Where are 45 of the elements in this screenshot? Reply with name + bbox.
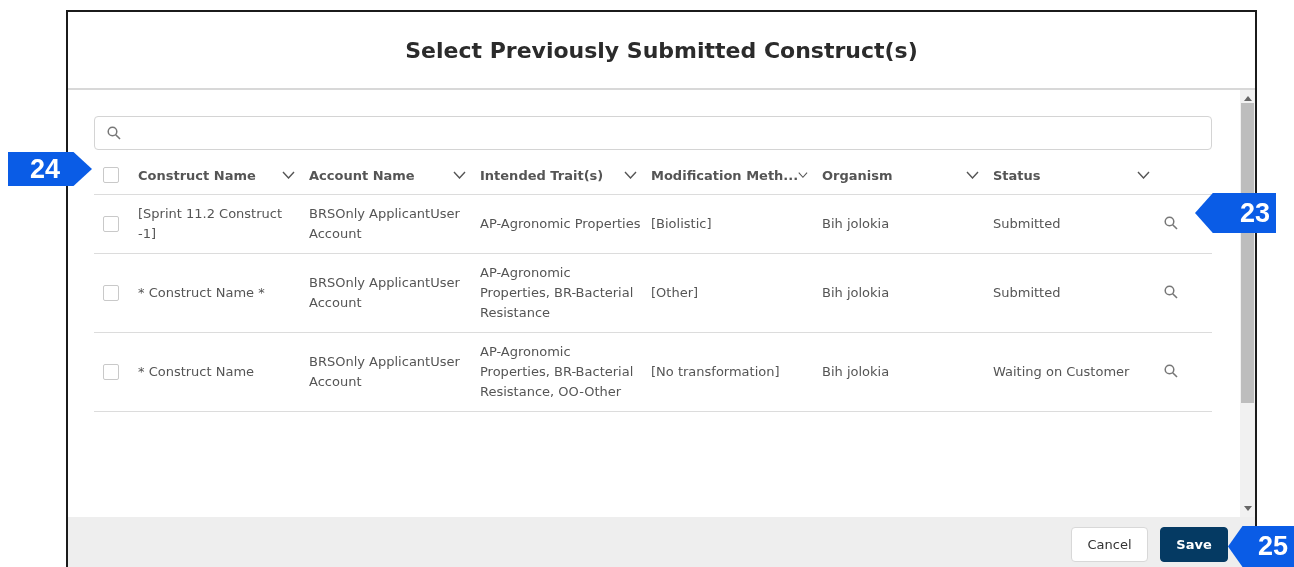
table-cell: Bih jolokia bbox=[822, 285, 890, 300]
table-cell: * Construct Name * bbox=[138, 285, 265, 300]
chevron-down-icon[interactable] bbox=[282, 171, 295, 179]
scroll-down-icon[interactable] bbox=[1243, 506, 1252, 512]
table-cell: BRSOnly ApplicantUser Account bbox=[309, 206, 460, 241]
table-cell: Waiting on Customer bbox=[993, 364, 1130, 379]
checkbox[interactable] bbox=[103, 216, 119, 232]
search-icon bbox=[107, 126, 121, 140]
table-cell: AP-Agronomic Properties, BR-Bacterial Resistance bbox=[480, 265, 634, 320]
table-cell: [Biolistic] bbox=[651, 216, 712, 231]
scroll-up-icon[interactable] bbox=[1243, 95, 1252, 101]
cancel-button[interactable]: Cancel bbox=[1071, 527, 1148, 562]
table-cell: [Sprint 11.2 Construct -1] bbox=[138, 206, 283, 241]
view-icon[interactable] bbox=[1164, 284, 1178, 299]
save-button[interactable]: Save bbox=[1160, 527, 1228, 562]
column-header[interactable]: Construct Name bbox=[138, 167, 256, 183]
column-header[interactable]: Organism bbox=[822, 167, 893, 183]
search-field[interactable] bbox=[94, 116, 1212, 150]
column-header[interactable]: Intended Trait(s) bbox=[480, 167, 604, 183]
table-cell: AP-Agronomic Properties bbox=[480, 216, 641, 231]
table-cell: * Construct Name bbox=[138, 364, 255, 379]
view-icon[interactable] bbox=[1164, 363, 1178, 378]
column-header[interactable]: Account Name bbox=[309, 167, 415, 183]
table-cell: [No transformation] bbox=[651, 364, 780, 379]
table-cell: Bih jolokia bbox=[822, 216, 890, 231]
table-cell: Submitted bbox=[993, 285, 1061, 300]
checkbox[interactable] bbox=[103, 167, 119, 183]
table-cell: BRSOnly ApplicantUser Account bbox=[309, 354, 460, 389]
view-icon[interactable] bbox=[1164, 215, 1178, 230]
chevron-down-icon[interactable] bbox=[1137, 171, 1150, 179]
checkbox[interactable] bbox=[103, 285, 119, 301]
chevron-down-icon[interactable] bbox=[624, 171, 637, 179]
dialog-title: Select Previously Submitted Construct(s) bbox=[405, 37, 918, 63]
column-header[interactable]: Modification Meth... bbox=[651, 167, 799, 183]
table-cell: [Other] bbox=[651, 285, 699, 300]
chevron-down-icon[interactable] bbox=[798, 171, 808, 179]
table-cell: AP-Agronomic Properties, BR-Bacterial Resistance, OO-Other bbox=[480, 344, 634, 399]
table-cell: BRSOnly ApplicantUser Account bbox=[309, 275, 460, 310]
chevron-down-icon[interactable] bbox=[966, 171, 979, 179]
column-header[interactable]: Status bbox=[993, 167, 1041, 183]
checkbox[interactable] bbox=[103, 364, 119, 380]
callout-badge: 24 bbox=[8, 152, 92, 186]
table-cell: Bih jolokia bbox=[822, 364, 890, 379]
chevron-down-icon[interactable] bbox=[453, 171, 466, 179]
table-cell: Submitted bbox=[993, 216, 1061, 231]
